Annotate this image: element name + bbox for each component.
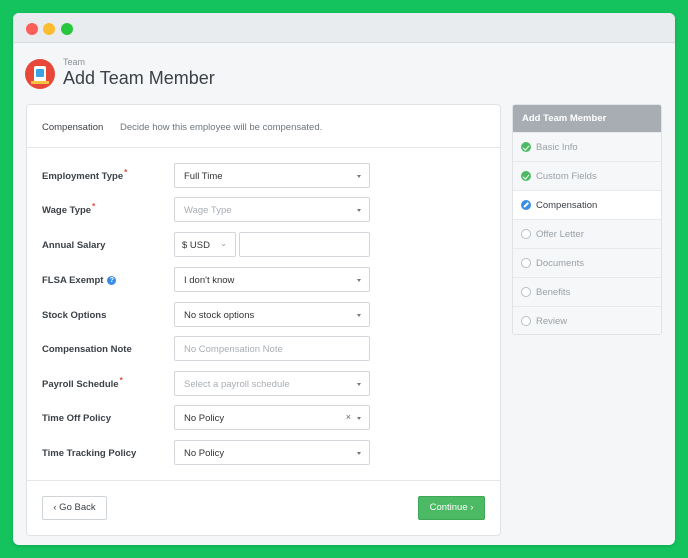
app-window: Team Add Team Member Compensation Decide… <box>13 13 675 545</box>
compensation-note-input[interactable]: No Compensation Note <box>174 336 370 361</box>
employment-type-label: Employment Type* <box>42 168 128 182</box>
currency-select[interactable]: $ USD ⌄ <box>174 232 236 257</box>
compensation-form: Compensation Decide how this employee wi… <box>26 104 501 536</box>
progress-steps-panel: Add Team Member Basic Info Custom Fields… <box>512 104 662 335</box>
annual-salary-row: Annual Salary $ USD ⌄ <box>27 232 500 258</box>
annual-salary-input[interactable] <box>239 232 370 257</box>
check-circle-icon <box>521 142 531 152</box>
close-window-button[interactable] <box>26 23 38 35</box>
check-circle-icon <box>521 171 531 181</box>
section-header: Compensation Decide how this employee wi… <box>27 105 500 148</box>
team-logo-icon <box>25 59 55 89</box>
wage-type-select[interactable]: Wage Type <box>174 197 370 222</box>
minimize-window-button[interactable] <box>43 23 55 35</box>
caret-down-icon <box>357 417 361 420</box>
payroll-schedule-row: Payroll Schedule* Select a payroll sched… <box>27 371 500 397</box>
stock-options-select[interactable]: No stock options <box>174 302 370 327</box>
caret-down-icon <box>357 314 361 317</box>
employment-type-select[interactable]: Full Time <box>174 163 370 188</box>
time-tracking-policy-select[interactable]: No Policy <box>174 440 370 465</box>
caret-down-icon <box>357 209 361 212</box>
empty-circle-icon <box>521 316 531 326</box>
time-tracking-policy-row: Time Tracking Policy No Policy <box>27 440 500 466</box>
pencil-circle-icon <box>521 200 531 210</box>
required-marker: * <box>92 202 96 211</box>
step-offer-letter[interactable]: Offer Letter <box>513 219 661 248</box>
help-icon[interactable]: ? <box>107 276 117 285</box>
form-footer: ‹ Go Back Continue › <box>27 480 500 535</box>
step-benefits[interactable]: Benefits <box>513 277 661 306</box>
clear-icon[interactable]: × <box>346 412 351 422</box>
empty-circle-icon <box>521 229 531 239</box>
compensation-note-label: Compensation Note <box>42 344 132 355</box>
caret-down-icon <box>357 175 361 178</box>
time-off-policy-row: Time Off Policy No Policy × <box>27 405 500 431</box>
step-basic-info[interactable]: Basic Info <box>513 132 661 161</box>
payroll-schedule-label: Payroll Schedule* <box>42 376 123 390</box>
maximize-window-button[interactable] <box>61 23 73 35</box>
payroll-schedule-select[interactable]: Select a payroll schedule <box>174 371 370 396</box>
go-back-button[interactable]: ‹ Go Back <box>42 496 107 520</box>
step-documents[interactable]: Documents <box>513 248 661 277</box>
continue-button[interactable]: Continue › <box>418 496 485 520</box>
employment-type-row: Employment Type* Full Time <box>27 163 500 189</box>
time-off-policy-select[interactable]: No Policy × <box>174 405 370 430</box>
required-marker: * <box>124 168 128 177</box>
page-title: Add Team Member <box>63 68 215 88</box>
wage-type-row: Wage Type* Wage Type <box>27 197 500 223</box>
flsa-exempt-label: FLSA Exempt? <box>42 275 117 286</box>
compensation-note-row: Compensation Note No Compensation Note <box>27 336 500 362</box>
breadcrumb[interactable]: Team <box>63 57 85 67</box>
empty-circle-icon <box>521 287 531 297</box>
stock-options-label: Stock Options <box>42 310 107 321</box>
step-custom-fields[interactable]: Custom Fields <box>513 161 661 190</box>
time-tracking-policy-label: Time Tracking Policy <box>42 448 137 459</box>
flsa-exempt-row: FLSA Exempt? I don't know <box>27 267 500 293</box>
chevron-down-icon: ⌄ <box>220 239 227 248</box>
wage-type-label: Wage Type* <box>42 202 96 216</box>
steps-title: Add Team Member <box>513 105 661 132</box>
required-marker: * <box>119 376 123 385</box>
caret-down-icon <box>357 452 361 455</box>
section-title: Compensation <box>42 122 104 133</box>
flsa-exempt-select[interactable]: I don't know <box>174 267 370 292</box>
caret-down-icon <box>357 383 361 386</box>
section-description: Decide how this employee will be compens… <box>120 122 323 133</box>
annual-salary-label: Annual Salary <box>42 240 106 251</box>
step-review[interactable]: Review <box>513 306 661 334</box>
step-compensation[interactable]: Compensation <box>513 190 661 219</box>
stock-options-row: Stock Options No stock options <box>27 302 500 328</box>
empty-circle-icon <box>521 258 531 268</box>
caret-down-icon <box>357 279 361 282</box>
time-off-policy-label: Time Off Policy <box>42 413 111 424</box>
title-bar <box>13 13 675 43</box>
